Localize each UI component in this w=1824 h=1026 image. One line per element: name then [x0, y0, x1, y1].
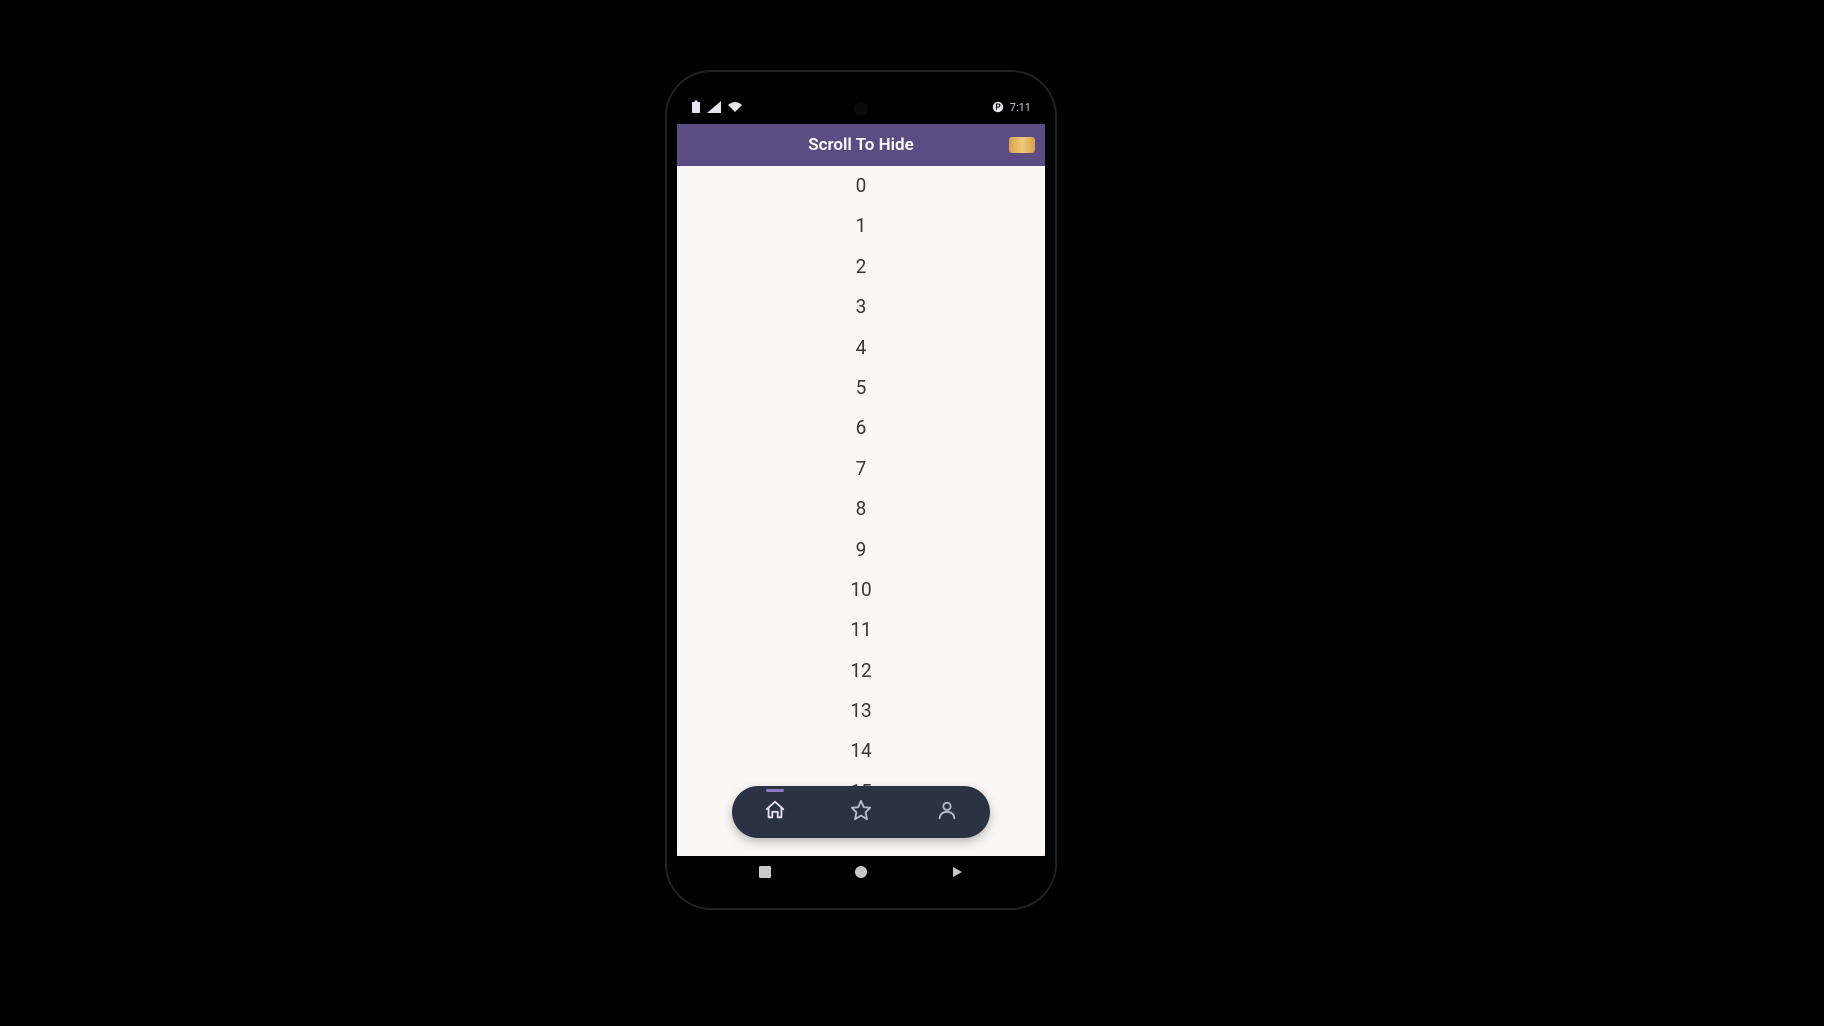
list-item[interactable]: 0 [677, 166, 1045, 206]
list-item[interactable]: 5 [677, 368, 1045, 408]
app-header: Scroll To Hide [677, 124, 1045, 166]
list-item[interactable]: 11 [677, 610, 1045, 650]
list-item[interactable]: 7 [677, 449, 1045, 489]
battery-icon [691, 100, 701, 114]
signal-icon [707, 101, 721, 113]
header-badge[interactable] [1009, 137, 1035, 153]
nav-active-indicator [766, 789, 784, 792]
list-item[interactable]: 3 [677, 287, 1045, 327]
list-item[interactable]: 6 [677, 408, 1045, 448]
person-icon [936, 799, 958, 825]
home-icon [764, 799, 786, 825]
list-item[interactable]: 14 [677, 731, 1045, 771]
nav-profile-button[interactable] [921, 792, 973, 832]
system-nav-bar [677, 856, 1045, 890]
star-icon [850, 799, 872, 825]
pixel-icon: P [992, 101, 1004, 113]
wifi-icon [727, 101, 743, 113]
list-item[interactable]: 1 [677, 206, 1045, 246]
nav-home-button[interactable] [749, 792, 801, 832]
status-time: 7:11 [1010, 101, 1031, 114]
list-item[interactable]: 2 [677, 247, 1045, 287]
recent-apps-button[interactable] [745, 856, 785, 890]
bottom-nav [732, 786, 990, 838]
camera-notch [854, 102, 868, 116]
home-button[interactable] [841, 856, 881, 890]
list-item[interactable]: 8 [677, 489, 1045, 529]
nav-favorites-button[interactable] [835, 792, 887, 832]
recent-apps-icon [758, 864, 772, 883]
status-left [691, 100, 743, 114]
list-container: 0 1 2 3 4 5 6 7 8 9 10 11 12 13 14 15 16 [677, 166, 1045, 853]
status-right: P 7:11 [992, 101, 1031, 114]
phone-screen: P 7:11 Scroll To Hide 0 1 2 3 4 5 6 7 8 … [677, 90, 1045, 890]
phone-frame: P 7:11 Scroll To Hide 0 1 2 3 4 5 6 7 8 … [665, 70, 1057, 910]
app-title: Scroll To Hide [808, 135, 914, 155]
list-item[interactable]: 4 [677, 328, 1045, 368]
scroll-list[interactable]: 0 1 2 3 4 5 6 7 8 9 10 11 12 13 14 15 16 [677, 166, 1045, 856]
home-button-icon [854, 864, 868, 883]
back-button[interactable] [937, 856, 977, 890]
back-icon [950, 864, 964, 883]
list-item[interactable]: 12 [677, 651, 1045, 691]
svg-text:P: P [995, 103, 1001, 112]
list-item[interactable]: 9 [677, 530, 1045, 570]
list-item[interactable]: 13 [677, 691, 1045, 731]
list-item[interactable]: 10 [677, 570, 1045, 610]
